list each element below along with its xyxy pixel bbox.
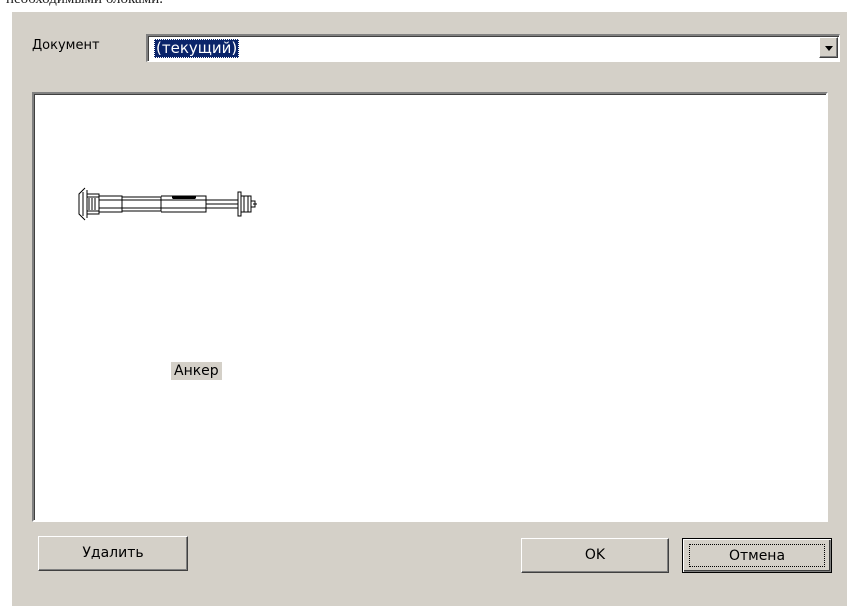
block-insert-dialog: Документ (текущий) Анкер Удалить OK Отме…	[12, 12, 847, 606]
block-item-label: Анкер	[171, 362, 222, 380]
cancel-button[interactable]: Отмена	[682, 538, 832, 573]
ok-button[interactable]: OK	[521, 538, 669, 573]
block-item-anchor[interactable]: Анкер	[69, 174, 279, 380]
chevron-down-icon	[825, 46, 833, 51]
delete-button[interactable]: Удалить	[38, 536, 188, 571]
block-preview-area[interactable]: Анкер	[32, 92, 828, 522]
page-text-fragment: необходимыми блоками.	[6, 0, 163, 8]
document-select-value: (текущий)	[154, 39, 240, 58]
anchor-bolt-drawing-icon	[78, 187, 257, 221]
document-select-dropdown-button[interactable]	[819, 37, 838, 58]
cancel-button-label: Отмена	[689, 544, 825, 567]
document-label: Документ	[32, 38, 100, 53]
document-label-hotkey: Д	[32, 38, 43, 53]
document-label-text: окумент	[42, 38, 100, 53]
document-select[interactable]: (текущий)	[146, 34, 840, 62]
